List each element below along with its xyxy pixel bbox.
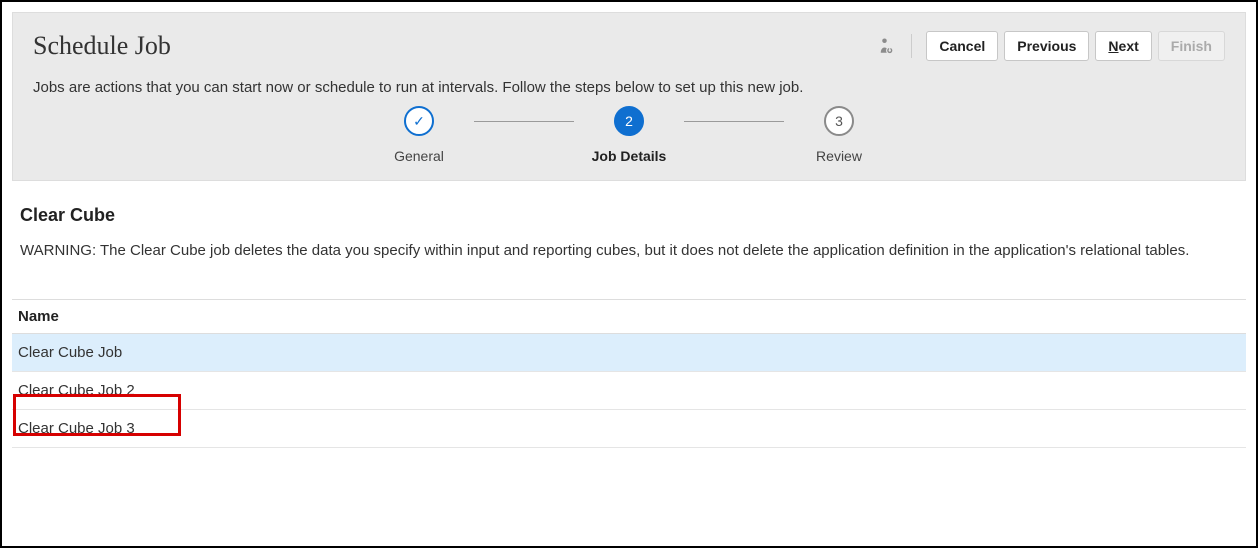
header-row: Schedule Job Cancel Previous — [33, 31, 1225, 61]
table-row[interactable]: Clear Cube Job 3 — [12, 410, 1246, 448]
step-label: General — [394, 148, 444, 164]
cancel-button-label: Cancel — [939, 38, 985, 54]
step-label: Review — [816, 148, 862, 164]
page-title: Schedule Job — [33, 31, 171, 61]
cell-name: Clear Cube Job — [12, 334, 1246, 372]
section-warning-text: WARNING: The Clear Cube job deletes the … — [20, 242, 1238, 259]
step-review[interactable]: 3 Review — [784, 106, 894, 164]
accessibility-icon[interactable] — [877, 36, 895, 56]
jobs-table: Name Clear Cube Job Clear Cube Job 2 Cle… — [12, 299, 1246, 448]
intro-text: Jobs are actions that you can start now … — [33, 79, 1225, 96]
step-label: Job Details — [592, 148, 667, 164]
check-icon: ✓ — [404, 106, 434, 136]
wizard-train: ✓ General 2 Job Details 3 Review — [33, 106, 1225, 164]
cell-name: Clear Cube Job 3 — [12, 410, 1246, 448]
separator — [911, 34, 912, 58]
cancel-button[interactable]: Cancel — [926, 31, 998, 61]
next-button-accel: N — [1108, 38, 1118, 54]
previous-button[interactable]: Previous — [1004, 31, 1089, 61]
column-header-name[interactable]: Name — [12, 300, 1246, 334]
section-clear-cube: Clear Cube WARNING: The Clear Cube job d… — [12, 181, 1246, 269]
finish-button: Finish — [1158, 31, 1225, 61]
table-row[interactable]: Clear Cube Job 2 — [12, 372, 1246, 410]
next-button-label: ext — [1119, 38, 1139, 54]
finish-button-label: Finish — [1171, 38, 1212, 54]
table-row[interactable]: Clear Cube Job — [12, 334, 1246, 372]
next-button[interactable]: Next — [1095, 31, 1151, 61]
window-frame: Schedule Job Cancel Previous — [0, 0, 1258, 548]
step-number-icon: 2 — [614, 106, 644, 136]
step-general[interactable]: ✓ General — [364, 106, 474, 164]
cell-name: Clear Cube Job 2 — [12, 372, 1246, 410]
wizard-header-panel: Schedule Job Cancel Previous — [12, 12, 1246, 181]
step-job-details[interactable]: 2 Job Details — [574, 106, 684, 164]
section-title: Clear Cube — [20, 205, 1238, 226]
step-number-icon: 3 — [824, 106, 854, 136]
previous-button-label: Previous — [1017, 38, 1076, 54]
step-connector — [684, 121, 784, 122]
header-actions: Cancel Previous Next Finish — [877, 31, 1225, 61]
step-connector — [474, 121, 574, 122]
